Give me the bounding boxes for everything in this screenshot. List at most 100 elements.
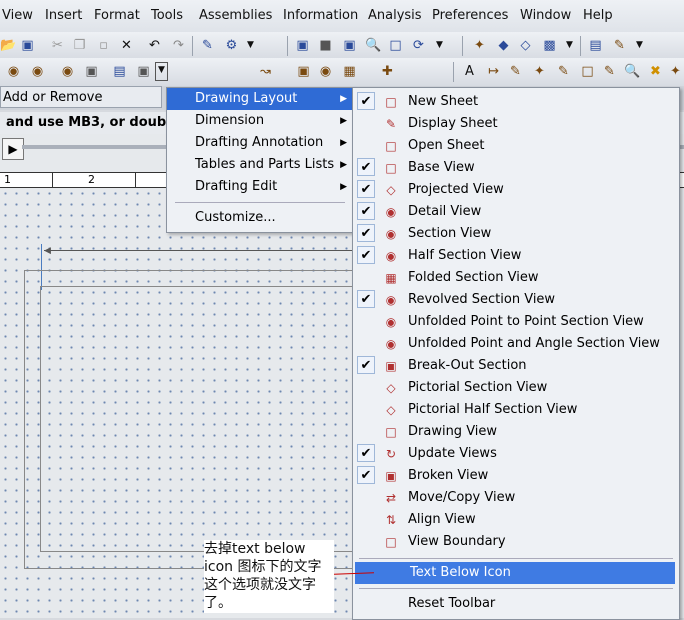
submenu-item-broken-view[interactable]: ✔ ▣ Broken View	[353, 465, 679, 487]
undo-icon[interactable]: ↶	[147, 38, 162, 53]
menu-item-tables-parts-lists[interactable]: Tables and Parts Lists ▶	[167, 154, 353, 176]
section-view-tool-icon[interactable]: ◉	[6, 64, 21, 79]
submenu-item-display-sheet[interactable]: ✎ Display Sheet	[353, 113, 679, 135]
submenu-item-half-section-view[interactable]: ✔ ◉ Half Section View	[353, 245, 679, 267]
centerline-tool-icon[interactable]: ✚	[380, 64, 395, 79]
wireframe-icon[interactable]: ◇	[518, 38, 533, 53]
menu-item-drawing-layout[interactable]: Drawing Layout ▶	[167, 88, 353, 110]
submenu-item-open-sheet[interactable]: □ Open Sheet	[353, 135, 679, 157]
select-icon[interactable]: ✎	[200, 38, 215, 53]
edit-placement-icon[interactable]: ✎	[602, 64, 617, 79]
submenu-item-align-view[interactable]: ⇅ Align View	[353, 509, 679, 531]
submenu-item-drawing-view[interactable]: □ Drawing View	[353, 421, 679, 443]
broken-view-tool-icon[interactable]: ▣	[136, 64, 151, 79]
dropdown-chevron-icon[interactable]: ▼	[432, 38, 447, 53]
save-icon[interactable]: ▣	[20, 38, 35, 53]
menu-item-dimension[interactable]: Dimension ▶	[167, 110, 353, 132]
revolved-section-tool-icon[interactable]: ◉	[60, 64, 75, 79]
magnify-icon[interactable]: 🔍	[365, 38, 381, 53]
checkmark-icon[interactable]: ✔	[357, 466, 375, 484]
checkmark-icon[interactable]: ✔	[357, 290, 375, 308]
symbol-tool-icon[interactable]: ◉	[318, 64, 333, 79]
checkmark-icon[interactable]: ✔	[357, 202, 375, 220]
note-tool-icon[interactable]: ▣	[296, 64, 311, 79]
menu-window[interactable]: Window	[520, 8, 571, 23]
toolbar-options-chevron-icon[interactable]: ▼	[155, 62, 168, 81]
menu-help[interactable]: Help	[583, 8, 613, 23]
shaded-icon[interactable]: ◆	[496, 38, 511, 53]
submenu-item-new-sheet[interactable]: ✔ □ New Sheet	[353, 91, 679, 113]
cut-icon[interactable]: ✂	[50, 38, 65, 53]
layer-icon[interactable]: ▤	[588, 38, 603, 53]
checkmark-icon[interactable]: ✔	[357, 444, 375, 462]
table-tool-icon[interactable]: ▦	[342, 64, 357, 79]
checkmark-icon[interactable]: ✔	[357, 356, 375, 374]
checkmark-icon[interactable]: ✔	[357, 92, 375, 110]
dropdown-chevron-icon[interactable]: ▼	[562, 38, 577, 53]
submenu-item-folded-section-view[interactable]: ▦ Folded Section View	[353, 267, 679, 289]
submenu-item-view-boundary[interactable]: □ View Boundary	[353, 531, 679, 553]
paste-icon[interactable]: ▫	[96, 38, 111, 53]
checkmark-icon[interactable]: ✔	[357, 224, 375, 242]
menu-item-customize[interactable]: Customize...	[167, 207, 353, 229]
pan-icon[interactable]: □	[388, 38, 403, 53]
annotation-text-icon[interactable]: A	[462, 64, 477, 79]
render-icon[interactable]: ✦	[472, 38, 487, 53]
submenu-item-update-views[interactable]: ✔ ↻ Update Views	[353, 443, 679, 465]
expand-arrow-icon[interactable]: ▶	[2, 138, 24, 160]
menu-format[interactable]: Format	[94, 8, 140, 23]
menu-analysis[interactable]: Analysis	[368, 8, 422, 23]
menu-information[interactable]: Information	[283, 8, 358, 23]
break-out-tool-icon[interactable]: ▣	[84, 64, 99, 79]
submenu-item-revolved-section-view[interactable]: ✔ ◉ Revolved Section View	[353, 289, 679, 311]
open-icon[interactable]: 📂	[0, 38, 16, 53]
dropdown-chevron-icon[interactable]: ▼	[632, 38, 647, 53]
checkmark-icon[interactable]: ✔	[357, 180, 375, 198]
submenu-item-unfolded-point-to-point-section-view[interactable]: ◉ Unfolded Point to Point Section View	[353, 311, 679, 333]
dimension-tool-icon[interactable]: ↝	[258, 64, 273, 79]
edit-text-icon[interactable]: ✎	[508, 64, 523, 79]
submenu-item-move-copy-view[interactable]: ⇄ Move/Copy View	[353, 487, 679, 509]
submenu-item-section-view[interactable]: ✔ ◉ Section View	[353, 223, 679, 245]
delete-icon[interactable]: ✕	[119, 38, 134, 53]
dropdown-chevron-icon[interactable]: ▼	[243, 38, 258, 53]
submenu-item-break-out-section[interactable]: ✔ ▣ Break-Out Section	[353, 355, 679, 377]
fit-icon[interactable]: ▣	[295, 38, 310, 53]
zoom-icon[interactable]: ▣	[342, 38, 357, 53]
menu-insert[interactable]: Insert	[45, 8, 82, 23]
menu-item-drafting-edit[interactable]: Drafting Edit ▶	[167, 176, 353, 198]
submenu-item-base-view[interactable]: ✔ □ Base View	[353, 157, 679, 179]
weld-symbol-icon[interactable]: ✖	[648, 64, 663, 79]
half-section-tool-icon[interactable]: ◉	[30, 64, 45, 79]
add-remove-buttons-button[interactable]: Add or Remove Buttons▼	[0, 86, 162, 127]
origin-icon[interactable]: □	[580, 64, 595, 79]
submenu-item-pictorial-section-view[interactable]: ◇ Pictorial Section View	[353, 377, 679, 399]
menu-assemblies[interactable]: Assemblies	[199, 8, 272, 23]
menu-tools[interactable]: Tools	[151, 8, 183, 23]
update-views-tool-icon[interactable]: ▤	[112, 64, 127, 79]
submenu-item-unfolded-point-and-angle-section-view[interactable]: ◉ Unfolded Point and Angle Section View	[353, 333, 679, 355]
submenu-item-text-below-icon[interactable]: Text Below Icon	[355, 562, 675, 584]
redo-icon[interactable]: ↷	[171, 38, 186, 53]
submenu-item-projected-view[interactable]: ✔ ◇ Projected View	[353, 179, 679, 201]
menu-item-drafting-annotation[interactable]: Drafting Annotation ▶	[167, 132, 353, 154]
leader-icon[interactable]: ↦	[486, 64, 501, 79]
edit-style-icon[interactable]: ✦	[532, 64, 547, 79]
display-mode-icon[interactable]: ▩	[542, 38, 557, 53]
paint-icon[interactable]: ✎	[612, 38, 627, 53]
drawing-layout-submenu: ✔ □ New Sheet ✎ Display Sheet □ Open Sheet ✔ □ Ba…	[352, 87, 680, 620]
edit-annotation-icon[interactable]: ✎	[556, 64, 571, 79]
menu-preferences[interactable]: Preferences	[432, 8, 508, 23]
zoom-window-icon[interactable]: ■	[318, 38, 333, 53]
menu-view[interactable]: View	[2, 8, 33, 23]
rotate-icon[interactable]: ⟳	[411, 38, 426, 53]
submenu-item-reset-toolbar[interactable]: Reset Toolbar	[353, 593, 679, 615]
submenu-item-pictorial-half-section-view[interactable]: ◇ Pictorial Half Section View	[353, 399, 679, 421]
copy-icon[interactable]: ❐	[72, 38, 87, 53]
search-icon[interactable]: 🔍	[624, 64, 640, 79]
submenu-item-detail-view[interactable]: ✔ ◉ Detail View	[353, 201, 679, 223]
checkmark-icon[interactable]: ✔	[357, 158, 375, 176]
checkmark-icon[interactable]: ✔	[357, 246, 375, 264]
symbol-icon[interactable]: ✦	[668, 64, 683, 79]
selection-filter-icon[interactable]: ⚙	[224, 38, 239, 53]
